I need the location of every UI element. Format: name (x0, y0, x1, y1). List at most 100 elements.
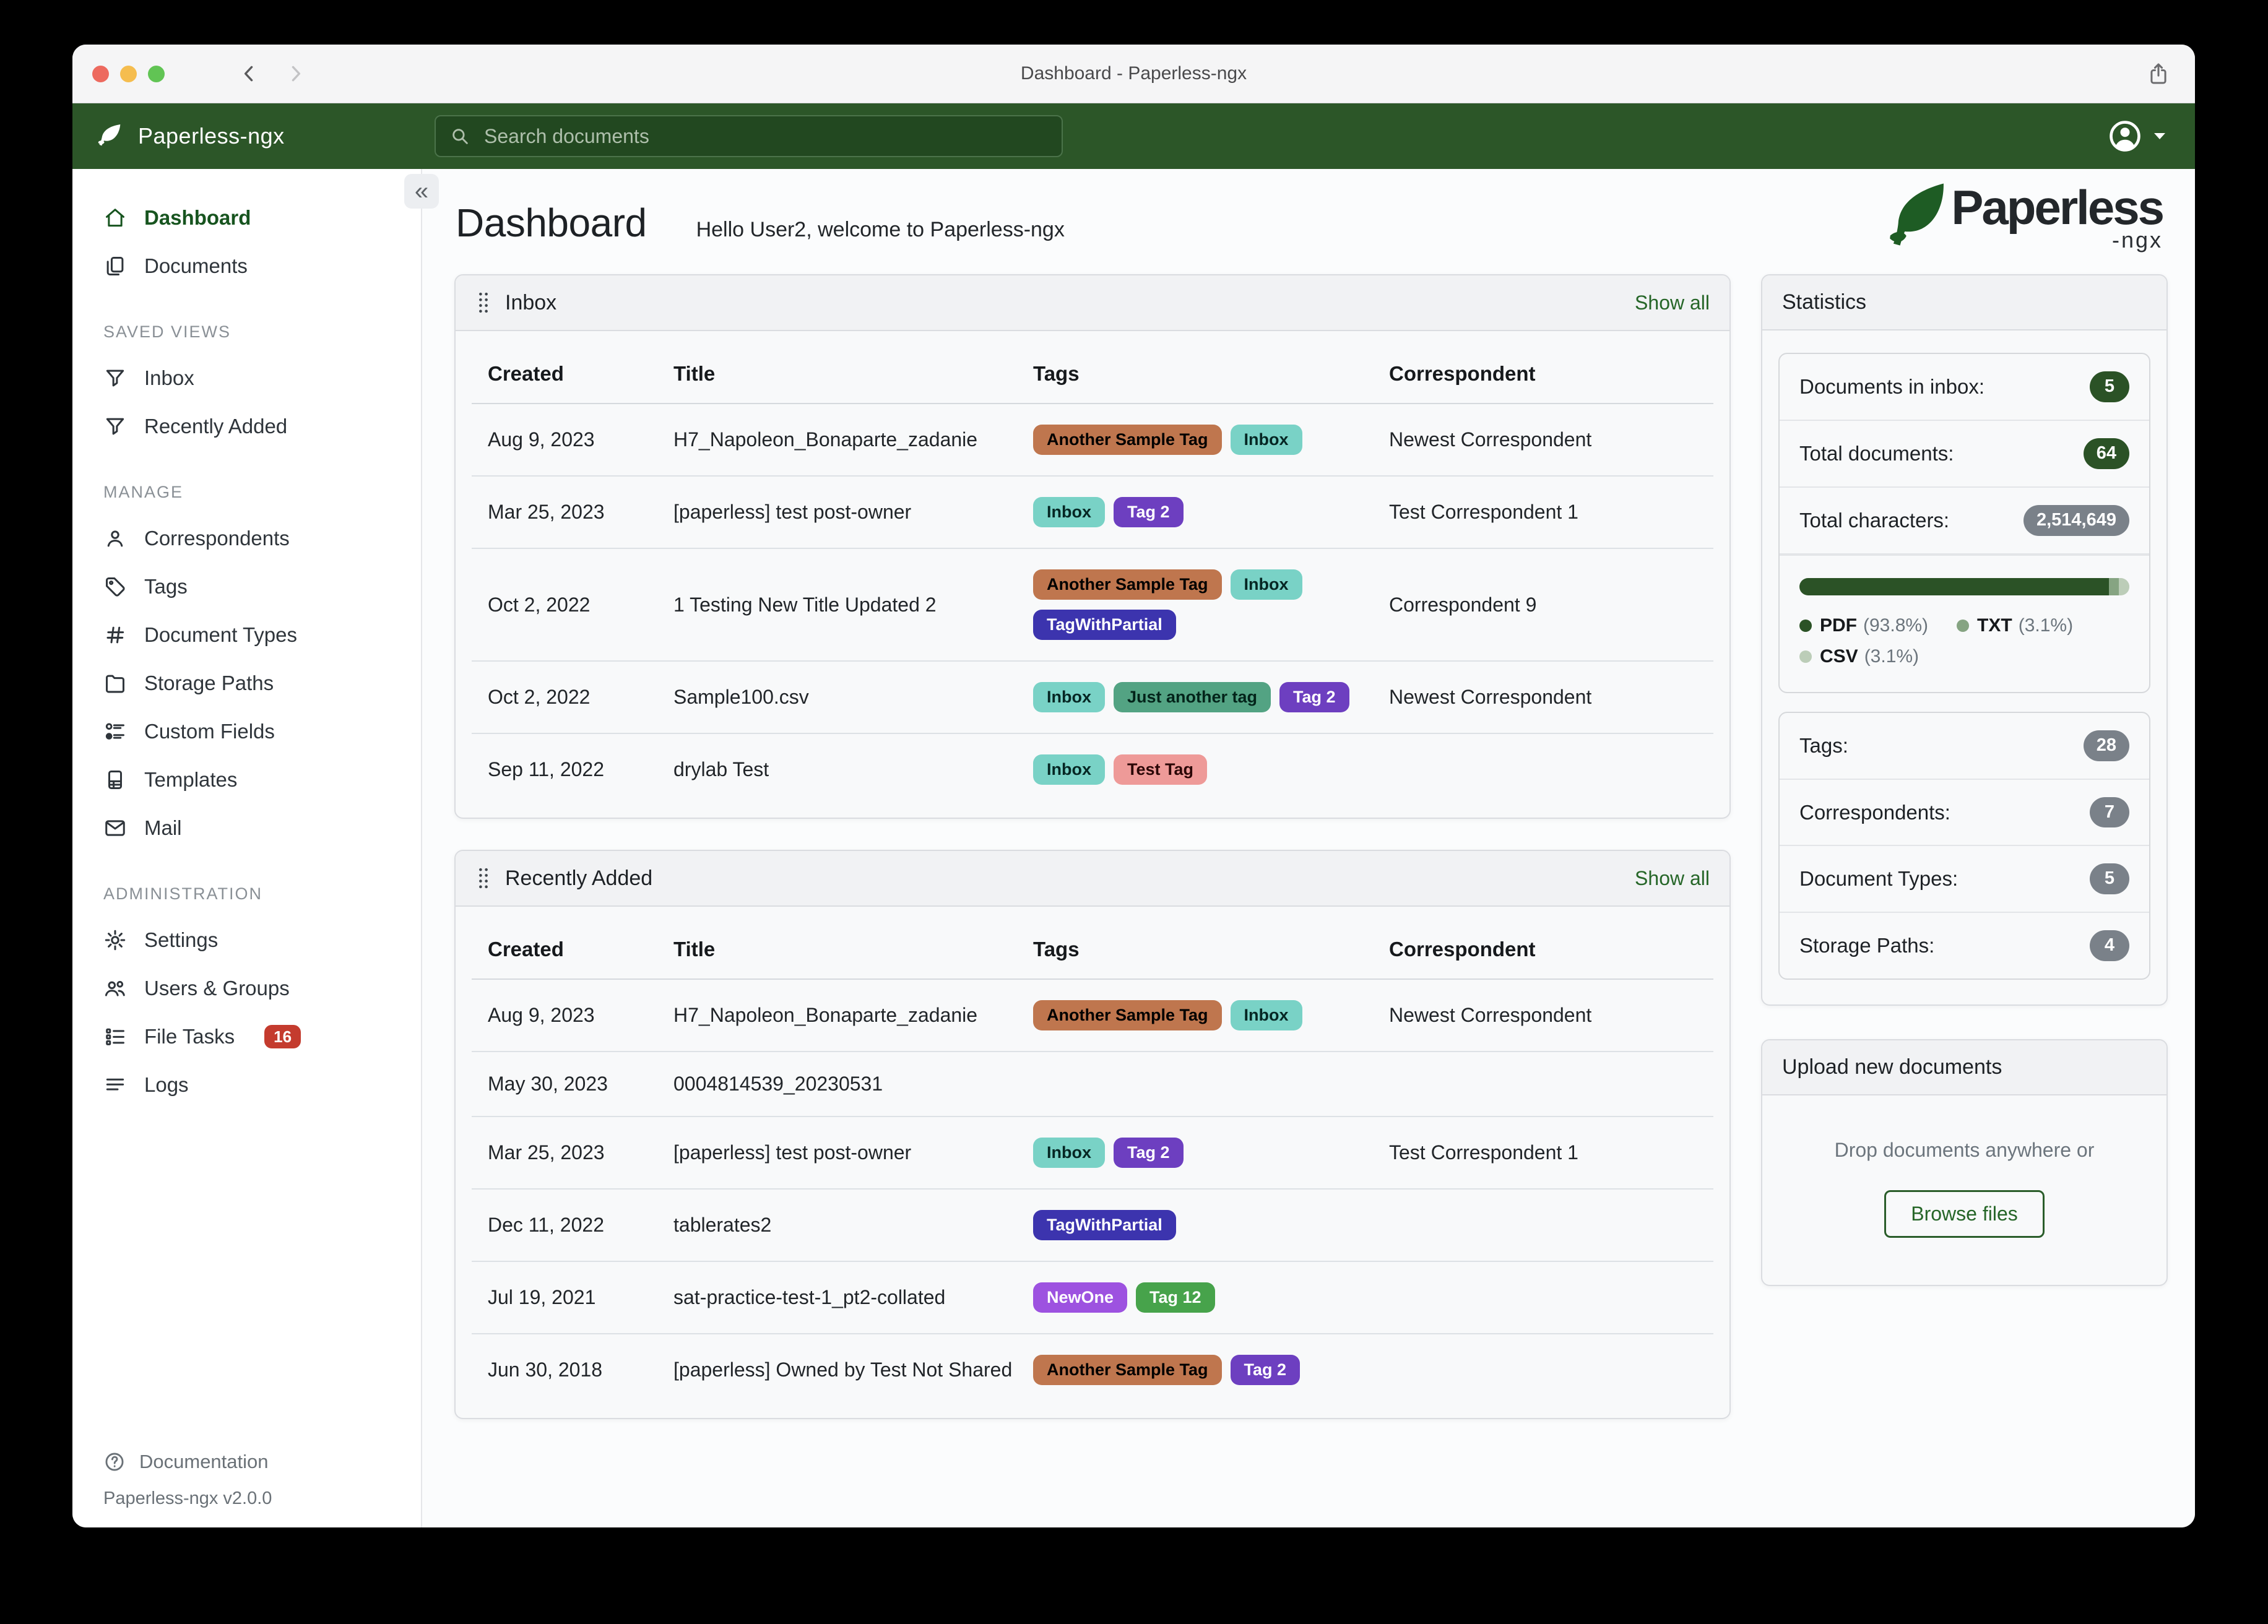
document-row[interactable]: Aug 9, 2023 H7_Napoleon_Bonaparte_zadanie… (472, 980, 1713, 1052)
tag-tag-2[interactable]: Tag 2 (1230, 1355, 1301, 1385)
sidebar-item-label: Correspondents (144, 527, 290, 550)
correspondent[interactable]: Newest Correspondent (1389, 686, 1713, 709)
brand-name: Paperless-ngx (138, 123, 285, 149)
sidebar-item-file-tasks[interactable]: File Tasks 16 (72, 1013, 421, 1061)
document-row[interactable]: Aug 9, 2023 H7_Napoleon_Bonaparte_zadanie… (472, 404, 1713, 477)
minimize-window-button[interactable] (120, 65, 137, 82)
app-navbar: Paperless-ngx (72, 103, 2195, 169)
document-title[interactable]: H7_Napoleon_Bonaparte_zadanie (673, 1004, 1033, 1027)
tag-another-sample-tag[interactable]: Another Sample Tag (1033, 1355, 1222, 1385)
file-type-chart: PDF (93.8%) TXT (3.1%) CSV (3.1%) (1780, 554, 2149, 692)
zoom-window-button[interactable] (148, 65, 165, 82)
tag-another-sample-tag[interactable]: Another Sample Tag (1033, 569, 1222, 600)
tag-tag-2[interactable]: Tag 2 (1279, 682, 1349, 712)
bar-segment-txt (2108, 577, 2119, 595)
document-row[interactable]: Dec 11, 2022 tablerates2 TagWithPartial (472, 1190, 1713, 1262)
sidebar-item-inbox[interactable]: Inbox (72, 354, 421, 402)
sidebar-item-settings[interactable]: Settings (72, 916, 421, 964)
sidebar: Dashboard Documents SAVED VIEWS Inbox Recent… (72, 169, 422, 1527)
sidebar-item-label: Settings (144, 928, 219, 951)
tags-cell: Inbox Just another tag Tag 2 (1033, 682, 1389, 712)
question-circle-icon (103, 1451, 126, 1473)
share-icon[interactable] (2147, 62, 2170, 85)
document-row[interactable]: Jul 19, 2021 sat-practice-test-1_pt2-coll… (472, 1262, 1713, 1334)
forward-icon[interactable] (285, 63, 306, 84)
document-title[interactable]: tablerates2 (673, 1214, 1033, 1237)
sidebar-item-dashboard[interactable]: Dashboard (72, 194, 421, 242)
sidebar-item-templates[interactable]: Templates (72, 756, 421, 804)
hash-icon (103, 623, 127, 647)
envelope-icon (103, 816, 127, 840)
sidebar-item-correspondents[interactable]: Correspondents (72, 514, 421, 563)
document-row[interactable]: Mar 25, 2023 [paperless] test post-owner I… (472, 477, 1713, 549)
document-title[interactable]: [paperless] test post-owner (673, 501, 1033, 524)
tag-inbox[interactable]: Inbox (1033, 682, 1105, 712)
tag-another-sample-tag[interactable]: Another Sample Tag (1033, 1000, 1222, 1030)
panel-recently-added: Recently Added Show all Created Title Tags Co… (454, 850, 1731, 1419)
sidebar-item-custom-fields[interactable]: Custom Fields (72, 707, 421, 756)
window-title: Dashboard - Paperless-ngx (1020, 63, 1247, 84)
document-row[interactable]: Oct 2, 2022 Sample100.csv Inbox Just anothe… (472, 662, 1713, 734)
document-title[interactable]: 0004814539_20230531 (673, 1073, 1033, 1095)
document-row[interactable]: Sep 11, 2022 drylab Test Inbox Test Tag (472, 734, 1713, 805)
sidebar-item-users-groups[interactable]: Users & Groups (72, 964, 421, 1013)
sidebar-item-document-types[interactable]: Document Types (72, 611, 421, 659)
tags-cell: Inbox Tag 2 (1033, 497, 1389, 527)
document-title[interactable]: drylab Test (673, 758, 1033, 781)
sidebar-item-documents[interactable]: Documents (72, 242, 421, 290)
show-all-link[interactable]: Show all (1635, 292, 1710, 314)
show-all-link[interactable]: Show all (1635, 867, 1710, 890)
document-title[interactable]: 1 Testing New Title Updated 2 (673, 594, 1033, 616)
tag-inbox[interactable]: Inbox (1230, 569, 1302, 600)
stat-row-total-documents: Total documents: 64 (1780, 421, 2149, 488)
tag-just-another-tag[interactable]: Just another tag (1114, 682, 1271, 712)
user-menu-button[interactable] (2107, 118, 2195, 154)
tag-another-sample-tag[interactable]: Another Sample Tag (1033, 425, 1222, 455)
browse-files-button[interactable]: Browse files (1884, 1190, 2045, 1238)
tag-newone[interactable]: NewOne (1033, 1282, 1128, 1313)
brand[interactable]: Paperless-ngx (72, 123, 435, 150)
tag-inbox[interactable]: Inbox (1033, 754, 1105, 785)
tags-cell: Another Sample Tag Inbox TagWithPartial (1033, 569, 1389, 640)
drop-hint-text: Drop documents anywhere or (1834, 1139, 2095, 1162)
correspondent[interactable]: Newest Correspondent (1389, 428, 1713, 451)
document-title[interactable]: [paperless] test post-owner (673, 1141, 1033, 1164)
upload-dropzone[interactable]: Drop documents anywhere or Browse files (1762, 1095, 2166, 1285)
sidebar-item-mail[interactable]: Mail (72, 804, 421, 852)
search-bar[interactable] (435, 115, 1063, 157)
sidebar-collapse-button[interactable]: « (404, 174, 439, 209)
correspondent[interactable]: Test Correspondent 1 (1389, 501, 1713, 524)
sidebar-item-recently-added[interactable]: Recently Added (72, 402, 421, 451)
document-title[interactable]: sat-practice-test-1_pt2-collated (673, 1286, 1033, 1309)
search-input[interactable] (483, 124, 1048, 149)
document-title[interactable]: Sample100.csv (673, 686, 1033, 709)
tag-tag-2[interactable]: Tag 2 (1114, 1138, 1184, 1168)
tag-test-tag[interactable]: Test Tag (1114, 754, 1208, 785)
tag-inbox[interactable]: Inbox (1033, 497, 1105, 527)
document-row[interactable]: Oct 2, 2022 1 Testing New Title Updated 2… (472, 549, 1713, 662)
tag-tag-12[interactable]: Tag 12 (1136, 1282, 1215, 1313)
document-row[interactable]: Mar 25, 2023 [paperless] test post-owner I… (472, 1117, 1713, 1190)
document-title[interactable]: [paperless] Owned by Test Not Shared (673, 1358, 1033, 1381)
back-icon[interactable] (239, 63, 260, 84)
document-row[interactable]: Jun 30, 2018 [paperless] Owned by Test No… (472, 1334, 1713, 1406)
leaf-logo-icon (1882, 178, 1955, 254)
tag-inbox[interactable]: Inbox (1230, 425, 1302, 455)
tag-tagwithpartial[interactable]: TagWithPartial (1033, 1210, 1176, 1240)
correspondent[interactable]: Newest Correspondent (1389, 1004, 1713, 1027)
correspondent[interactable]: Test Correspondent 1 (1389, 1141, 1713, 1164)
tag-inbox[interactable]: Inbox (1230, 1000, 1302, 1030)
document-title[interactable]: H7_Napoleon_Bonaparte_zadanie (673, 428, 1033, 451)
tag-inbox[interactable]: Inbox (1033, 1138, 1105, 1168)
file-tasks-count-badge: 16 (264, 1024, 301, 1049)
tag-tag-2[interactable]: Tag 2 (1114, 497, 1184, 527)
correspondent[interactable]: Correspondent 9 (1389, 594, 1713, 616)
tag-tagwithpartial[interactable]: TagWithPartial (1033, 610, 1176, 640)
sidebar-item-logs[interactable]: Logs (72, 1061, 421, 1109)
titlebar: Dashboard - Paperless-ngx (72, 45, 2195, 103)
close-window-button[interactable] (92, 65, 109, 82)
documentation-link[interactable]: Documentation (103, 1441, 421, 1482)
sidebar-item-storage-paths[interactable]: Storage Paths (72, 659, 421, 707)
document-row[interactable]: May 30, 2023 0004814539_20230531 (472, 1052, 1713, 1117)
sidebar-item-tags[interactable]: Tags (72, 563, 421, 611)
